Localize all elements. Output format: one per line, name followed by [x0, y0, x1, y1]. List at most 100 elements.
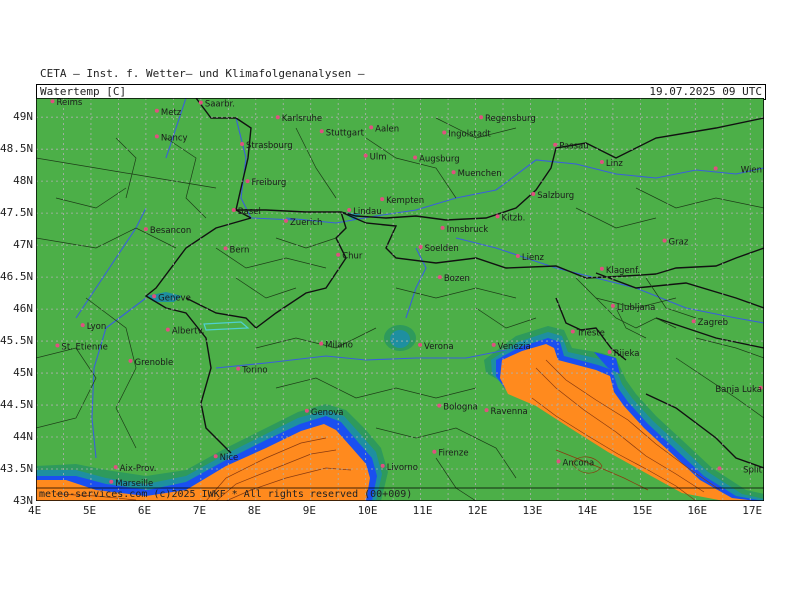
lon-tick-label: 4E: [28, 504, 42, 517]
city-label: Zagreb: [698, 318, 728, 328]
city-marker: [240, 142, 245, 147]
city-marker: [283, 218, 288, 223]
city-marker: [610, 303, 615, 308]
credit-text: meteo-services.com (c)2025 IWKF * All ri…: [39, 489, 412, 500]
city-marker: [484, 408, 489, 413]
city-marker: [599, 266, 604, 271]
city-label: Lindau: [353, 207, 381, 217]
city-label: Aalen: [375, 124, 399, 134]
city-marker: [275, 115, 280, 120]
city-label: Nice: [220, 453, 239, 463]
city-label: Augsburg: [419, 154, 460, 164]
city-label: Zuerich: [290, 218, 322, 228]
city-marker: [319, 129, 324, 134]
city-marker: [418, 342, 423, 347]
city-marker: [319, 341, 324, 346]
city-label: Nancy: [161, 133, 188, 143]
water-temperature-map: Reims Metz Saarbr. Karlsruhe Nancy Stuttgart A…: [36, 98, 764, 501]
lon-tick-label: 8E: [247, 504, 262, 517]
city-marker: [531, 191, 536, 196]
city-marker: [336, 252, 341, 257]
lon-tick-label: 15E: [632, 504, 653, 517]
city-label: Bozen: [444, 274, 470, 284]
city-label: Linz: [606, 159, 623, 169]
city-marker: [607, 349, 612, 354]
city-marker: [413, 155, 418, 160]
city-label: Trieste: [576, 328, 605, 338]
lon-tick-label: 9E: [302, 504, 316, 517]
lon-tick-label: 14E: [577, 504, 598, 517]
lon-tick-label: 7E: [192, 504, 207, 517]
lon-tick-label: 10E: [357, 504, 378, 517]
city-label: Genova: [311, 408, 344, 418]
city-marker: [599, 159, 604, 164]
lon-tick-label: 13E: [522, 504, 543, 517]
city-label: Aix-Prov.: [120, 464, 157, 474]
city-label: Saarbr.: [205, 99, 235, 109]
city-marker: [165, 327, 170, 332]
lat-tick-label: 44.5N: [0, 398, 34, 412]
city-marker: [213, 454, 218, 459]
city-marker: [109, 479, 114, 484]
city-marker: [662, 238, 667, 243]
city-label: Ljubljana: [617, 303, 655, 313]
city-label: Rijeka: [614, 349, 640, 359]
city-marker: [113, 465, 118, 470]
city-marker: [380, 463, 385, 468]
city-marker: [418, 245, 423, 250]
city-label: Ingolstadt: [448, 130, 491, 140]
city-marker: [479, 115, 484, 120]
city-marker: [236, 366, 241, 371]
lon-tick-label: 11E: [412, 504, 433, 517]
city-label: Basel: [238, 207, 261, 217]
city-label: Klagenf.: [606, 266, 640, 276]
lat-tick-label: 45.5N: [0, 334, 34, 348]
city-marker: [154, 108, 159, 113]
city-marker: [223, 246, 228, 251]
city-label: Geneve: [158, 293, 191, 303]
city-marker: [128, 358, 133, 363]
lat-tick-label: 44N: [13, 430, 33, 444]
city-label: Passau: [559, 142, 588, 152]
lake-garda: [384, 325, 416, 351]
city-label: Ulm: [370, 153, 387, 163]
city-label: Karlsruhe: [282, 114, 322, 124]
lat-tick-label: 46N: [13, 302, 33, 316]
lon-tick-label: 5E: [82, 504, 97, 517]
lat-tick-label: 49N: [13, 110, 33, 124]
city-label: Graz: [669, 238, 689, 248]
lon-tick-label: 12E: [467, 504, 488, 517]
city-label: Split: [743, 465, 763, 475]
product-label: Watertemp [C]: [40, 85, 127, 98]
city-marker: [347, 207, 352, 212]
city-marker: [442, 130, 447, 135]
city-marker: [152, 294, 157, 299]
lat-tick-label: 45N: [13, 366, 33, 380]
city-label: Lyon: [87, 322, 107, 332]
lat-tick-label: 43.5N: [0, 462, 34, 476]
city-label: Torino: [241, 366, 267, 376]
city-marker: [553, 142, 558, 147]
city-label: Verona: [424, 342, 454, 352]
city-label: Venezia: [498, 342, 531, 352]
city-marker: [55, 343, 60, 348]
city-marker: [713, 166, 718, 171]
city-label: Lienz: [522, 253, 545, 263]
city-label: Ancona: [563, 458, 595, 468]
city-label: Soelden: [425, 244, 459, 254]
city-marker: [363, 153, 368, 158]
lat-tick-label: 46.5N: [0, 270, 34, 284]
city-label: Metz: [161, 108, 182, 118]
city-marker: [198, 100, 203, 105]
lat-tick-label: 48.5N: [0, 142, 34, 156]
city-label: Milano: [325, 341, 353, 351]
city-marker: [245, 179, 250, 184]
lon-tick-label: 6E: [137, 504, 152, 517]
city-marker: [495, 214, 500, 219]
lat-tick-label: 47.5N: [0, 206, 34, 220]
city-marker: [50, 99, 55, 104]
city-label: Salzburg: [537, 191, 574, 201]
city-label: Bern: [230, 245, 250, 255]
city-marker: [154, 134, 159, 139]
city-label: Grenoble: [135, 358, 174, 368]
